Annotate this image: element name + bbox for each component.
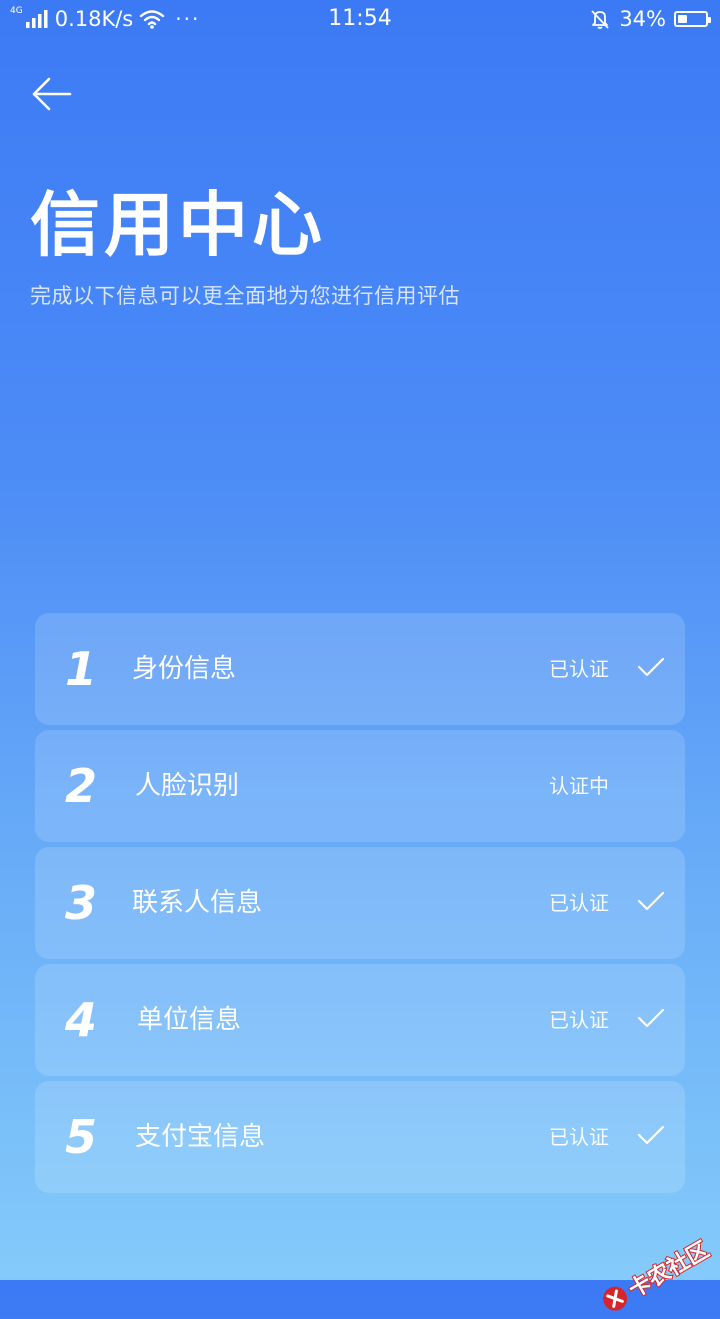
- watermark: 卡农社区: [596, 1232, 714, 1319]
- item-status: 已认证: [549, 891, 609, 915]
- item-number: 3: [65, 876, 98, 930]
- credit-item-list: 1 身份信息 已认证 2 人脸识别 认证中 3 联系人信息 已认证 4 单位信息…: [35, 613, 685, 1198]
- credit-item-identity[interactable]: 1 身份信息 已认证: [35, 613, 685, 725]
- item-number: 1: [65, 642, 98, 696]
- check-icon: [637, 1008, 665, 1028]
- item-label: 人脸识别: [135, 771, 240, 801]
- page-title: 信用中心: [30, 184, 326, 266]
- item-status: 已认证: [549, 1125, 609, 1149]
- status-bar: 4G 0.18K/s ··· 11:54 34%: [0, 0, 720, 40]
- back-arrow-icon: [32, 77, 72, 111]
- check-icon: [637, 1125, 665, 1145]
- back-button[interactable]: [28, 70, 76, 118]
- check-icon: [637, 657, 665, 677]
- item-status: 已认证: [549, 1008, 609, 1032]
- battery-icon: [674, 11, 711, 27]
- battery-percent: 34%: [619, 7, 666, 31]
- item-number: 2: [65, 759, 98, 813]
- item-status: 认证中: [549, 774, 609, 798]
- item-label: 联系人信息: [132, 888, 263, 918]
- check-icon: [637, 891, 665, 911]
- item-label: 单位信息: [137, 1005, 242, 1035]
- page-subtitle: 完成以下信息可以更全面地为您进行信用评估: [30, 284, 460, 308]
- credit-item-face-recognition[interactable]: 2 人脸识别 认证中: [35, 730, 685, 842]
- item-number: 5: [65, 1110, 98, 1164]
- bell-muted-icon: [591, 10, 609, 29]
- battery-level: [678, 15, 687, 23]
- item-number: 4: [65, 993, 98, 1047]
- status-bar-right: 34%: [589, 5, 711, 33]
- item-label: 支付宝信息: [135, 1122, 266, 1152]
- item-label: 身份信息: [132, 654, 237, 684]
- watermark-text: 卡农社区: [624, 1236, 715, 1304]
- credit-item-alipay[interactable]: 5 支付宝信息 已认证: [35, 1081, 685, 1193]
- credit-item-contacts[interactable]: 3 联系人信息 已认证: [35, 847, 685, 959]
- credit-item-employer[interactable]: 4 单位信息 已认证: [35, 964, 685, 1076]
- item-status: 已认证: [549, 657, 609, 681]
